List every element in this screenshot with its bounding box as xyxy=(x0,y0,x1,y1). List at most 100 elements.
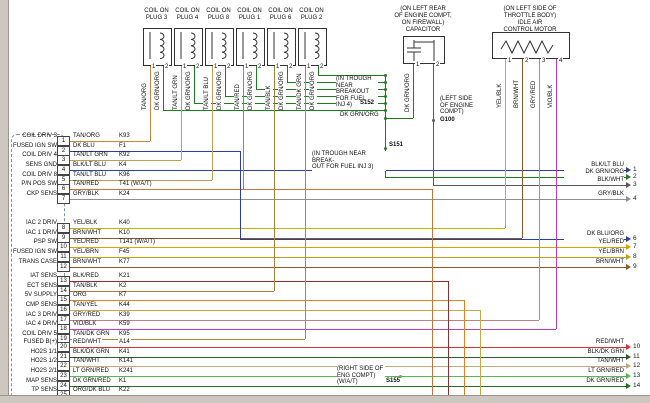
wire-color-label: DK GRN/RED xyxy=(72,378,112,385)
coil-winding-icon xyxy=(206,29,233,65)
wire-color-label: BLK/DK GRN xyxy=(564,349,624,356)
wire xyxy=(68,247,626,248)
pcm-pin-number: 16 xyxy=(57,305,70,315)
arrow-right-icon xyxy=(626,354,631,360)
pin-number: 2 xyxy=(319,64,324,70)
wire-color-label: LT GRN/RED xyxy=(72,368,110,375)
wire xyxy=(464,300,465,395)
viewer-left-margin xyxy=(0,0,9,403)
pcm-pin-number: 23 xyxy=(57,371,70,381)
pcm-signal-label: P/N POS SW xyxy=(13,181,57,188)
wire xyxy=(68,141,150,142)
wire xyxy=(522,57,523,238)
wire-circuit-label: F45 xyxy=(118,249,130,256)
wire xyxy=(448,281,449,395)
splice-dot xyxy=(384,81,387,84)
off-page-number: 13 xyxy=(633,372,640,379)
pcm-pin-number: 10 xyxy=(57,242,70,252)
wire-color-label: DK GRN/ORG xyxy=(154,68,162,110)
wire-color-label: RED/WHT xyxy=(564,339,624,346)
pcm-pin-number: 4 xyxy=(57,165,70,175)
wire-color-label: YEL/RED xyxy=(72,239,100,246)
wire-color-label: TAN/YEL xyxy=(72,302,99,309)
wire xyxy=(413,62,414,118)
coil-winding-icon xyxy=(268,29,295,65)
pcm-signal-label: SENS GND xyxy=(13,162,57,169)
wire-circuit-label: K39 xyxy=(118,312,131,319)
off-page-number: 8 xyxy=(633,253,637,260)
pcm-signal-label: COIL DRIV 8 xyxy=(13,172,57,179)
wire xyxy=(480,310,481,395)
wire-circuit-label: A14 xyxy=(118,339,131,346)
pcm-pin-number: 22 xyxy=(57,361,70,371)
wire-circuit-label: K24 xyxy=(118,191,131,198)
splice-s151-note: (IN TROUGH NEAR BREAK-OUT FOR FUEL INJ 3… xyxy=(312,151,386,171)
wire xyxy=(68,386,626,387)
splice-dot xyxy=(384,88,387,91)
ground-g100-note: (LEFT SIDEOF ENGINECOMPT) xyxy=(440,96,480,116)
coil-box xyxy=(174,28,203,66)
splice-dot xyxy=(384,102,387,105)
wire-color-label: TAN/RED xyxy=(72,181,100,188)
wire xyxy=(305,64,306,339)
wire xyxy=(68,257,626,258)
wire-circuit-label: T141 (W/A/T) xyxy=(118,239,156,246)
wire xyxy=(68,357,626,358)
wire-color-label: YEL/RED xyxy=(564,239,624,246)
pcm-signal-label: IAC 2 DRIV xyxy=(13,220,57,227)
wire xyxy=(68,347,626,348)
splice-dot xyxy=(384,74,387,77)
wire-circuit-label: K10 xyxy=(118,230,131,237)
splice-s155-note: (RIGHT SIDE OFENG COMPT)(W/A/T) xyxy=(337,366,385,386)
pcm-signal-label: COIL DRIV 4 xyxy=(13,152,57,159)
wire-color-label: LT GRN/RED xyxy=(564,368,624,375)
wire xyxy=(68,189,432,190)
wire-circuit-label: K7 xyxy=(118,292,127,299)
wire xyxy=(385,118,413,119)
off-page-number: 14 xyxy=(633,382,640,389)
off-page-number: 7 xyxy=(633,243,637,250)
arrow-right-icon xyxy=(626,236,631,242)
wire-circuit-label: K1 xyxy=(118,378,127,385)
capacitor-icon xyxy=(404,37,444,63)
wire-color-label: TAN/BLK xyxy=(72,283,99,290)
splice-dot xyxy=(384,109,387,112)
wire xyxy=(274,64,275,291)
coil-winding-icon xyxy=(175,29,202,65)
pin-number: 2 xyxy=(257,64,262,70)
wire-color-label: GRY/BLK xyxy=(72,191,100,198)
pin-number: 1 xyxy=(507,58,512,64)
pcm-signal-label: TRANS CASE xyxy=(13,259,57,266)
off-page-number: 9 xyxy=(633,263,637,270)
wire-color-label: RED/WHT xyxy=(72,339,102,346)
pin-number: 1 xyxy=(415,62,420,68)
wire-color-label: YEL/BRN xyxy=(72,249,100,256)
capacitor-caption: (ON LEFT REAROF ENGINE COMPT,ON FIREWALL… xyxy=(392,6,454,34)
wire xyxy=(68,300,464,301)
wire-color-label: BLK/DK GRN xyxy=(72,349,110,356)
splice-s151-label: S151 xyxy=(389,142,403,149)
wire xyxy=(68,267,626,268)
pcm-signal-label: 5V SUPPLY xyxy=(13,292,57,299)
pcm-signal-label: TP SENS xyxy=(13,387,57,394)
pcm-signal-label: HO2S 1/2 xyxy=(13,358,57,365)
wire-color-label: TAN/LT BLU xyxy=(203,68,211,110)
wire-color-label: DK BLU xyxy=(72,143,96,150)
pcm-signal-label: CKP SENS xyxy=(13,191,57,198)
wire-circuit-label: K141 xyxy=(118,358,134,365)
coil-winding-icon xyxy=(144,29,171,65)
pcm-signal-label: FUSED IGN SW xyxy=(13,249,57,256)
wire xyxy=(433,62,434,185)
off-page-number: 4 xyxy=(633,195,637,202)
wire xyxy=(68,339,305,340)
pcm-signal-label: IAC 3 DRIV xyxy=(13,312,57,319)
wire-circuit-label: K93 xyxy=(118,133,131,140)
wire-color-label: DK GRN/ORG xyxy=(247,68,255,110)
wire-color-label: BRN/WHT xyxy=(564,259,624,266)
wire-circuit-label: K22 xyxy=(118,387,131,394)
wire-circuit-label: K95 xyxy=(118,331,131,338)
arrow-right-icon xyxy=(626,344,631,350)
wire-color-label: DK GRN/ORG xyxy=(278,68,286,110)
wire-circuit-label: K40 xyxy=(118,220,131,227)
off-page-number: 2 xyxy=(633,173,637,180)
